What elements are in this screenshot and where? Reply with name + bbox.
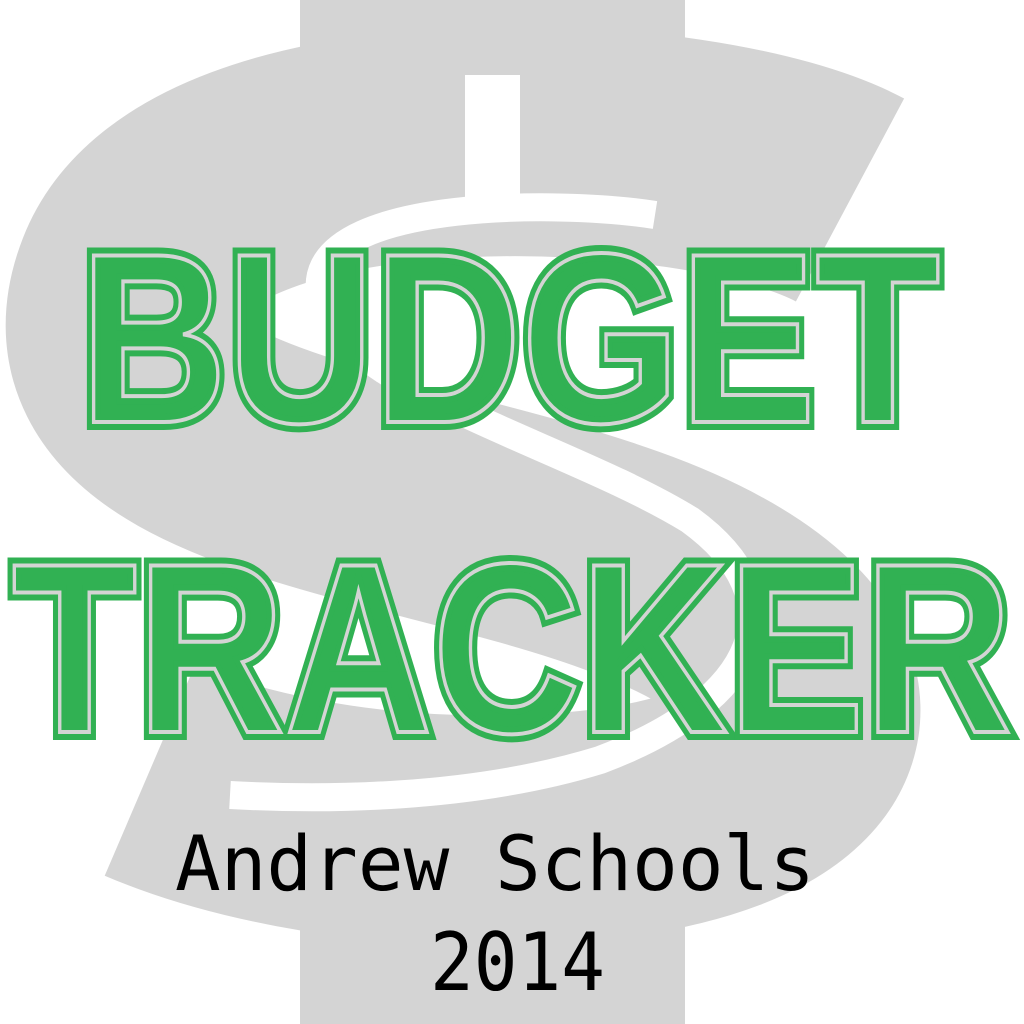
title-line-2-inline: TRACKER	[12, 514, 1012, 784]
title-budget: BUDGET BUDGET	[72, 196, 948, 482]
budget-tracker-logo: BUDGET BUDGET TRACKER TRACKER Andrew Sch…	[4, 0, 1020, 1024]
title-tracker: TRACKER TRACKER	[4, 506, 1020, 792]
title-line-1-inline: BUDGET	[80, 204, 940, 474]
subtitle: Andrew Schools	[175, 819, 815, 908]
year: 2014	[430, 916, 605, 1009]
